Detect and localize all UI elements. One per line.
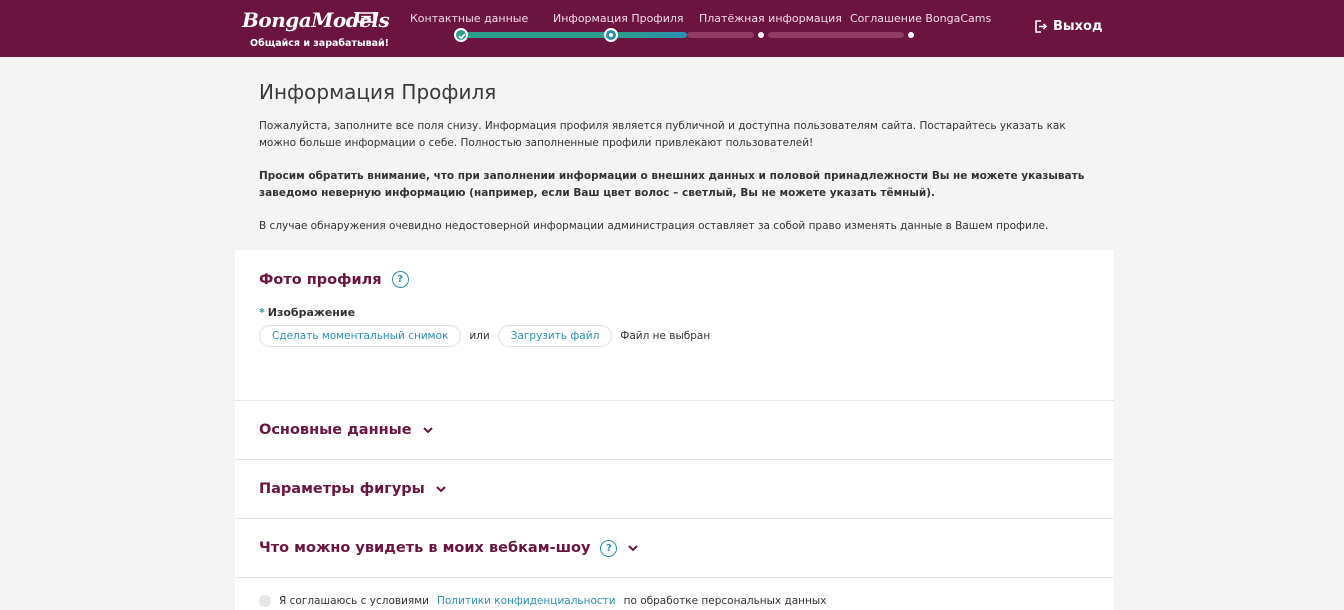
webcam-show-section-toggle[interactable]: Что можно увидеть в моих вебкам-шоу ?	[235, 519, 1114, 578]
or-text: или	[469, 330, 490, 342]
intro-admin-paragraph: В случае обнаружения очевидно недостовер…	[259, 220, 1049, 232]
basic-data-section-toggle[interactable]: Основные данные	[235, 401, 1114, 460]
step-current-dot-icon	[604, 28, 618, 42]
privacy-consent-checkbox[interactable]	[259, 595, 271, 607]
intro-section: Информация Профиля Пожалуйста, заполните…	[259, 80, 1099, 251]
chat-bubble-icon	[357, 12, 375, 27]
webcam-show-title: Что можно увидеть в моих вебкам-шоу ?	[259, 539, 639, 557]
image-label-text: Изображение	[267, 306, 356, 319]
snapshot-button[interactable]: Сделать моментальный снимок	[259, 325, 462, 347]
basic-data-title-text: Основные данные	[259, 422, 412, 438]
chevron-down-icon	[436, 486, 446, 493]
figure-title: Параметры фигуры	[259, 481, 447, 497]
webcam-show-title-text: Что можно увидеть в моих вебкам-шоу	[259, 540, 591, 556]
consent-text-before: Я соглашаюсь с условиями	[279, 595, 429, 607]
photo-section: Фото профиля ? * Изображение Сделать моме…	[235, 250, 1114, 401]
progress-track-todo-2	[768, 32, 904, 38]
file-status: Файл не выбран	[620, 330, 711, 342]
profile-form-card: Фото профиля ? * Изображение Сделать моме…	[235, 250, 1114, 610]
intro-warning-paragraph: Просим обратить внимание, что при заполн…	[259, 170, 1085, 199]
privacy-policy-link[interactable]: Политики конфиденциальности	[437, 595, 616, 607]
chevron-down-icon	[628, 545, 639, 552]
figure-section-toggle[interactable]: Параметры фигуры	[235, 460, 1114, 519]
upload-row: Сделать моментальный снимок или Загрузит…	[259, 325, 1090, 347]
image-field-label: * Изображение	[259, 306, 1090, 319]
step-label-contacts: Контактные данные	[410, 12, 529, 25]
step-label-payment: Платёжная информация	[699, 12, 842, 25]
help-icon[interactable]: ?	[391, 271, 409, 288]
progress-steps: Контактные данные Информация Профиля Пла…	[400, 0, 991, 57]
step-label-profile: Информация Профиля	[553, 12, 684, 25]
chevron-down-icon	[422, 427, 433, 434]
logo[interactable]: BongaModels Общайся и зарабатывай!	[242, 8, 390, 52]
logout-button[interactable]: Выход	[1034, 19, 1102, 34]
figure-title-text: Параметры фигуры	[259, 481, 425, 497]
progress-track-active	[612, 32, 687, 38]
logout-label: Выход	[1053, 19, 1103, 34]
help-icon[interactable]: ?	[600, 539, 618, 557]
top-header: BongaModels Общайся и зарабатывай! Конта…	[0, 0, 1344, 57]
intro-paragraph: Пожалуйста, заполните все поля снизу. Ин…	[259, 120, 1066, 149]
step-todo-dot-icon	[758, 32, 764, 38]
step-todo-dot-icon	[908, 32, 914, 38]
photo-section-title: Фото профиля ?	[259, 271, 1090, 288]
progress-track-done	[462, 32, 612, 38]
logo-tagline: Общайся и зарабатывай!	[250, 38, 389, 49]
step-label-agreement: Соглашение BongaCams	[850, 12, 992, 25]
upload-file-button[interactable]: Загрузить файл	[497, 325, 613, 347]
logout-icon	[1035, 20, 1047, 33]
page-title: Информация Профиля	[259, 80, 497, 104]
photo-section-title-text: Фото профиля	[259, 271, 382, 288]
privacy-consent-row: Я соглашаюсь с условиями Политики конфид…	[259, 595, 826, 607]
basic-data-title: Основные данные	[259, 422, 434, 438]
progress-track-todo-1	[687, 32, 754, 38]
consent-text-after: по обработке персональных данных	[623, 595, 827, 607]
required-mark: *	[259, 306, 265, 319]
step-done-check-icon	[454, 28, 468, 42]
